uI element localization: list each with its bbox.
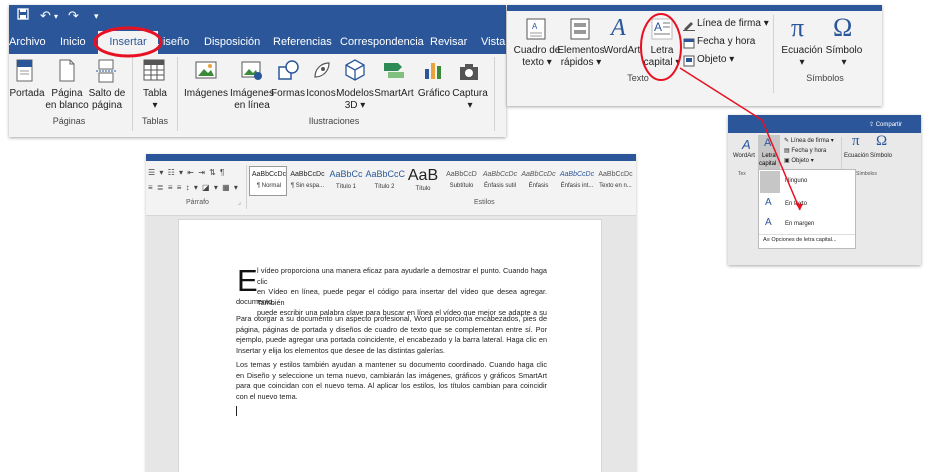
annotation-arrow (679, 67, 803, 211)
